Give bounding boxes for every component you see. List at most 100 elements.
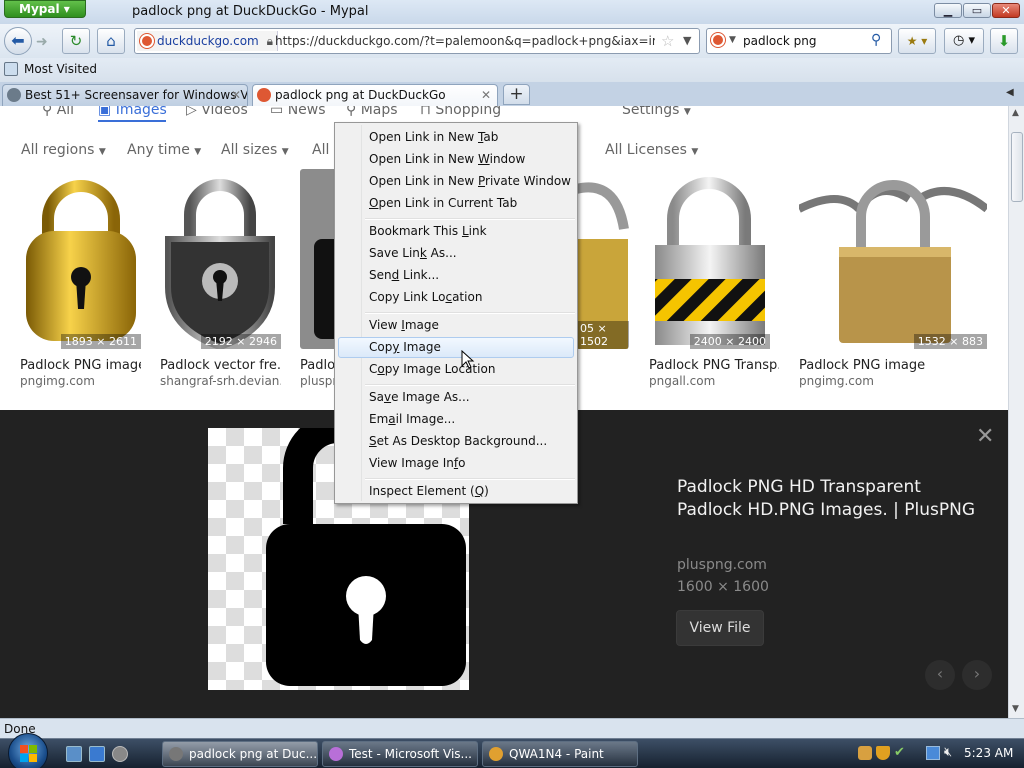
history-button[interactable]: ◷ ▾ bbox=[944, 28, 984, 54]
nav-all[interactable]: ⚲ All bbox=[42, 106, 74, 118]
chevron-down-icon: ▼ bbox=[194, 147, 202, 157]
search-engine-icon[interactable] bbox=[711, 33, 725, 47]
result-thumbnail[interactable]: 1893 × 2611 bbox=[20, 169, 141, 349]
menu-email-image[interactable]: Email Image... bbox=[369, 410, 455, 428]
start-button[interactable] bbox=[8, 733, 48, 768]
detail-title[interactable]: Padlock PNG HD Transparent Padlock HD.PN… bbox=[677, 476, 977, 522]
shield-padlock-image bbox=[165, 179, 275, 351]
forward-button[interactable]: ➜ bbox=[36, 34, 48, 50]
nav-shopping[interactable]: ⊓ Shopping bbox=[420, 106, 501, 118]
nav-videos-label: Videos bbox=[201, 106, 248, 118]
result-thumbnail[interactable]: 1532 × 883 bbox=[797, 169, 990, 349]
tray-app-icon[interactable] bbox=[858, 746, 872, 760]
menu-view-image-info[interactable]: View Image Info bbox=[369, 454, 465, 472]
result-source[interactable]: pngall.com bbox=[649, 374, 770, 388]
url-dropdown-icon[interactable]: ▼ bbox=[683, 34, 691, 47]
scroll-up-icon[interactable]: ▲ bbox=[1012, 108, 1019, 118]
menu-save-link-as[interactable]: Save Link As... bbox=[369, 244, 457, 262]
tab-duckduckgo[interactable]: padlock png at DuckDuckGo ✕ bbox=[252, 84, 498, 106]
close-tab-icon[interactable]: ✕ bbox=[231, 88, 241, 102]
nav-maps[interactable]: ⚲ Maps bbox=[346, 106, 398, 118]
task-visual-studio[interactable]: Test - Microsoft Vis... bbox=[322, 741, 478, 767]
previous-image-button[interactable]: ‹ bbox=[925, 660, 955, 690]
nav-news[interactable]: ▭ News bbox=[270, 106, 326, 118]
scrollbar-thumb[interactable] bbox=[1011, 132, 1023, 202]
close-icon[interactable]: ✕ bbox=[976, 424, 994, 449]
detail-source[interactable]: pluspng.com bbox=[677, 557, 767, 573]
tab-scroll-icon[interactable]: ◀ bbox=[1006, 87, 1014, 98]
nav-images[interactable]: ▣ Images bbox=[98, 106, 167, 118]
menu-inspect-element[interactable]: Inspect Element (Q) bbox=[369, 482, 489, 500]
most-visited-bookmark[interactable]: Most Visited bbox=[24, 62, 97, 76]
bookmark-star-icon[interactable]: ☆ bbox=[661, 32, 674, 50]
menu-copy-image[interactable]: Copy Image bbox=[369, 338, 441, 356]
show-desktop-icon[interactable] bbox=[66, 746, 82, 762]
tab-strip: Best 51+ Screensaver for Windows Vis... … bbox=[0, 82, 1024, 106]
filter-sizes[interactable]: All sizes ▼ bbox=[221, 142, 289, 158]
menu-open-link-current-tab[interactable]: Open Link in Current Tab bbox=[369, 194, 517, 212]
app-menu-button[interactable]: Mypal ▾ bbox=[4, 0, 86, 18]
menu-save-image-as[interactable]: Save Image As... bbox=[369, 388, 470, 406]
result-source[interactable]: shangraf-srh.devian... bbox=[160, 374, 281, 388]
scroll-down-icon[interactable]: ▼ bbox=[1012, 704, 1019, 714]
url-input[interactable]: https://duckduckgo.com/?t=palemoon&q=pad… bbox=[275, 34, 655, 48]
close-window-button[interactable]: ✕ bbox=[992, 3, 1020, 18]
back-button[interactable]: ⬅ bbox=[4, 27, 32, 55]
volume-muted-icon[interactable]: 🔇︎ bbox=[944, 745, 952, 760]
menu-view-image[interactable]: View Image bbox=[369, 316, 439, 334]
filter-sizes-label: All sizes bbox=[221, 142, 278, 158]
clock[interactable]: 5:23 AM bbox=[964, 746, 1013, 760]
switch-windows-icon[interactable] bbox=[89, 746, 105, 762]
security-shield-icon[interactable] bbox=[876, 746, 890, 760]
close-tab-icon[interactable]: ✕ bbox=[481, 88, 491, 102]
filter-regions[interactable]: All regions ▼ bbox=[21, 142, 106, 158]
search-icon[interactable]: ⚲ bbox=[871, 32, 881, 48]
nav-shopping-label: Shopping bbox=[435, 106, 502, 118]
result-thumbnail[interactable]: 05 × 1502 bbox=[576, 169, 629, 349]
menu-send-link[interactable]: Send Link... bbox=[369, 266, 439, 284]
search-bar[interactable]: ▼ padlock png ⚲ bbox=[706, 28, 892, 54]
active-tab-underline bbox=[98, 120, 166, 122]
result-title[interactable]: Padlock vector fre... bbox=[160, 358, 281, 373]
page-scrollbar[interactable]: ▲ ▼ bbox=[1008, 106, 1024, 718]
bookmarks-menu-button[interactable]: ★ ▾ bbox=[898, 28, 936, 54]
filter-types[interactable]: All bbox=[312, 142, 329, 158]
download-button[interactable]: ⬇ bbox=[990, 28, 1018, 54]
menu-bookmark-link[interactable]: Bookmark This Link bbox=[369, 222, 487, 240]
result-source[interactable]: pngimg.com bbox=[799, 374, 987, 388]
task-paint[interactable]: QWA1N4 - Paint bbox=[482, 741, 638, 767]
result-thumbnail[interactable]: 2400 × 2400 bbox=[649, 169, 770, 349]
filter-time[interactable]: Any time ▼ bbox=[127, 142, 201, 158]
network-icon[interactable] bbox=[926, 746, 940, 760]
result-title[interactable]: Padlock PNG Transp... bbox=[649, 358, 779, 373]
tab-screensaver[interactable]: Best 51+ Screensaver for Windows Vis... … bbox=[2, 84, 248, 106]
filter-licenses[interactable]: All Licenses ▼ bbox=[605, 142, 698, 158]
home-button[interactable]: ⌂ bbox=[97, 28, 125, 54]
result-title[interactable]: Padlock PNG image bbox=[20, 358, 141, 373]
url-bar[interactable]: duckduckgo.com 🔒︎ https://duckduckgo.com… bbox=[134, 28, 700, 54]
result-source[interactable]: pngimg.com bbox=[20, 374, 141, 388]
maximize-button[interactable]: ▭ bbox=[963, 3, 991, 18]
browser-quicklaunch-icon[interactable] bbox=[112, 746, 128, 762]
reload-button[interactable]: ↻ bbox=[62, 28, 90, 54]
site-identity-box[interactable]: duckduckgo.com 🔒︎ bbox=[137, 31, 278, 51]
engine-dropdown-icon[interactable]: ▼ bbox=[729, 35, 736, 45]
menu-copy-image-location[interactable]: Copy Image Location bbox=[369, 360, 495, 378]
result-thumbnail[interactable]: 2192 × 2946 bbox=[160, 169, 281, 351]
task-mypal[interactable]: padlock png at Duc... bbox=[162, 741, 318, 767]
menu-open-link-new-window[interactable]: Open Link in New Window bbox=[369, 150, 525, 168]
search-input[interactable]: padlock png bbox=[743, 34, 816, 48]
nav-videos[interactable]: ▷ Videos bbox=[186, 106, 248, 118]
menu-copy-link-location[interactable]: Copy Link Location bbox=[369, 288, 482, 306]
next-image-button[interactable]: › bbox=[962, 660, 992, 690]
window-titlebar[interactable]: Mypal ▾ padlock png at DuckDuckGo - Mypa… bbox=[0, 0, 1024, 24]
menu-open-link-new-tab[interactable]: Open Link in New Tab bbox=[369, 128, 498, 146]
tray-flag-icon[interactable]: ✔ bbox=[894, 746, 908, 760]
view-file-button[interactable]: View File bbox=[676, 610, 764, 646]
result-title[interactable]: Padlock PNG image bbox=[799, 358, 987, 373]
minimize-button[interactable]: ▁ bbox=[934, 3, 962, 18]
nav-settings[interactable]: Settings ▼ bbox=[622, 106, 691, 118]
new-tab-button[interactable]: + bbox=[503, 84, 530, 105]
menu-set-desktop-background[interactable]: Set As Desktop Background... bbox=[369, 432, 547, 450]
menu-open-link-private-window[interactable]: Open Link in New Private Window bbox=[369, 172, 571, 190]
